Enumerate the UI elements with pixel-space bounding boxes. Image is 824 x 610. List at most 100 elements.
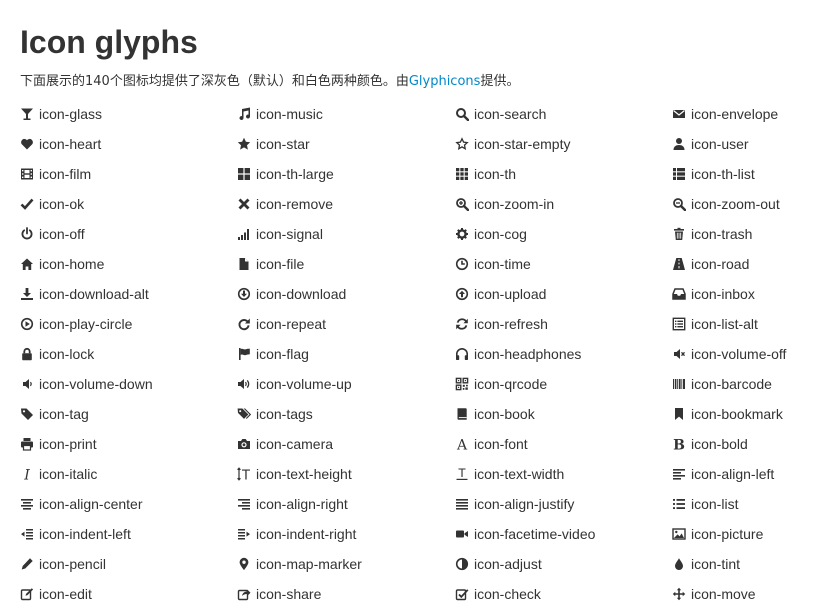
icon-grid: icon-glass icon-music icon-search icon-enve… xyxy=(20,99,820,609)
icon-label: icon-time xyxy=(474,256,531,272)
cog-icon xyxy=(455,227,469,241)
icon-label: icon-indent-left xyxy=(39,526,131,542)
icon-label: icon-zoom-out xyxy=(691,196,780,212)
text-height-icon: T xyxy=(237,467,251,481)
italic-icon: I xyxy=(20,467,34,481)
bold-icon: B xyxy=(672,437,686,451)
icon-user: icon-user xyxy=(672,129,820,159)
icon-ok: icon-ok xyxy=(20,189,237,219)
icon-label: icon-th-large xyxy=(256,166,334,182)
icon-label: icon-cog xyxy=(474,226,527,242)
th-icon xyxy=(455,167,469,181)
icon-label: icon-volume-off xyxy=(691,346,787,362)
icon-label: icon-play-circle xyxy=(39,316,133,332)
check-icon xyxy=(455,587,469,601)
icon-headphones: icon-headphones xyxy=(455,339,672,369)
icon-adjust: icon-adjust xyxy=(455,549,672,579)
icon-file: icon-file xyxy=(237,249,455,279)
flag-icon xyxy=(237,347,251,361)
icon-label: icon-lock xyxy=(39,346,95,362)
icon-align-right: icon-align-right xyxy=(237,489,455,519)
signal-icon xyxy=(237,227,251,241)
pencil-icon xyxy=(20,557,34,571)
icon-label: icon-bold xyxy=(691,436,748,452)
align-right-icon xyxy=(237,497,251,511)
icon-repeat: icon-repeat xyxy=(237,309,455,339)
icon-map-marker: icon-map-marker xyxy=(237,549,455,579)
icon-tag: icon-tag xyxy=(20,399,237,429)
icon-label: icon-text-width xyxy=(474,466,565,482)
intro-text: 下面展示的140个图标均提供了深灰色（默认）和白色两种颜色。由Glyphicon… xyxy=(20,73,519,91)
adjust-icon xyxy=(455,557,469,571)
camera-icon xyxy=(237,437,251,451)
icon-inbox: icon-inbox xyxy=(672,279,820,309)
icon-text-height: Ticon-text-height xyxy=(237,459,455,489)
film-icon xyxy=(20,167,34,181)
icon-label: icon-share xyxy=(256,586,322,602)
icon-label: icon-home xyxy=(39,256,105,272)
print-icon xyxy=(20,437,34,451)
icon-off: icon-off xyxy=(20,219,237,249)
icon-label: icon-barcode xyxy=(691,376,772,392)
icon-label: icon-signal xyxy=(256,226,323,242)
icon-label: icon-align-center xyxy=(39,496,143,512)
icon-zoom-in: icon-zoom-in xyxy=(455,189,672,219)
icon-label: icon-tag xyxy=(39,406,89,422)
icon-align-left: icon-align-left xyxy=(672,459,820,489)
off-icon xyxy=(20,227,34,241)
icon-label: icon-volume-down xyxy=(39,376,153,392)
glass-icon xyxy=(20,107,34,121)
svg-text:B: B xyxy=(673,437,685,451)
page-title: Icon glyphs xyxy=(20,24,198,60)
icon-label: icon-refresh xyxy=(474,316,548,332)
icon-download-alt: icon-download-alt xyxy=(20,279,237,309)
trash-icon xyxy=(672,227,686,241)
icon-label: icon-qrcode xyxy=(474,376,548,392)
time-icon xyxy=(455,257,469,271)
icon-label: icon-glass xyxy=(39,106,103,122)
list-alt-icon xyxy=(672,317,686,331)
icon-label: icon-check xyxy=(474,586,541,602)
icon-th-list: icon-th-list xyxy=(672,159,820,189)
icon-label: icon-zoom-in xyxy=(474,196,555,212)
indent-right-icon xyxy=(237,527,251,541)
icon-label: icon-th-list xyxy=(691,166,755,182)
indent-left-icon xyxy=(20,527,34,541)
star-empty-icon xyxy=(455,137,469,151)
list-icon xyxy=(672,497,686,511)
icon-label: icon-font xyxy=(474,436,528,452)
refresh-icon xyxy=(455,317,469,331)
text-width-icon: T xyxy=(455,467,469,481)
icon-label: icon-repeat xyxy=(256,316,327,332)
svg-text:T: T xyxy=(241,468,250,481)
icon-glass: icon-glass xyxy=(20,99,237,129)
icon-lock: icon-lock xyxy=(20,339,237,369)
icon-refresh: icon-refresh xyxy=(455,309,672,339)
icon-label: icon-list-alt xyxy=(691,316,758,332)
icon-star: icon-star xyxy=(237,129,455,159)
tags-icon xyxy=(237,407,251,421)
share-icon xyxy=(237,587,251,601)
icon-tint: icon-tint xyxy=(672,549,820,579)
icon-align-center: icon-align-center xyxy=(20,489,237,519)
icon-label: icon-film xyxy=(39,166,92,182)
icon-pencil: icon-pencil xyxy=(20,549,237,579)
icon-align-justify: icon-align-justify xyxy=(455,489,672,519)
icon-label: icon-music xyxy=(256,106,323,122)
lock-icon xyxy=(20,347,34,361)
bookmark-icon xyxy=(672,407,686,421)
download-alt-icon xyxy=(20,287,34,301)
home-icon xyxy=(20,257,34,271)
icon-signal: icon-signal xyxy=(237,219,455,249)
icon-label: icon-align-left xyxy=(691,466,775,482)
volume-up-icon xyxy=(237,377,251,391)
icon-label: icon-upload xyxy=(474,286,547,302)
icon-label: icon-picture xyxy=(691,526,764,542)
glyphicons-link[interactable]: Glyphicons xyxy=(409,74,481,89)
icon-label: icon-bookmark xyxy=(691,406,783,422)
heart-icon xyxy=(20,137,34,151)
icon-label: icon-pencil xyxy=(39,556,106,572)
zoom-in-icon xyxy=(455,197,469,211)
icon-print: icon-print xyxy=(20,429,237,459)
icon-remove: icon-remove xyxy=(237,189,455,219)
